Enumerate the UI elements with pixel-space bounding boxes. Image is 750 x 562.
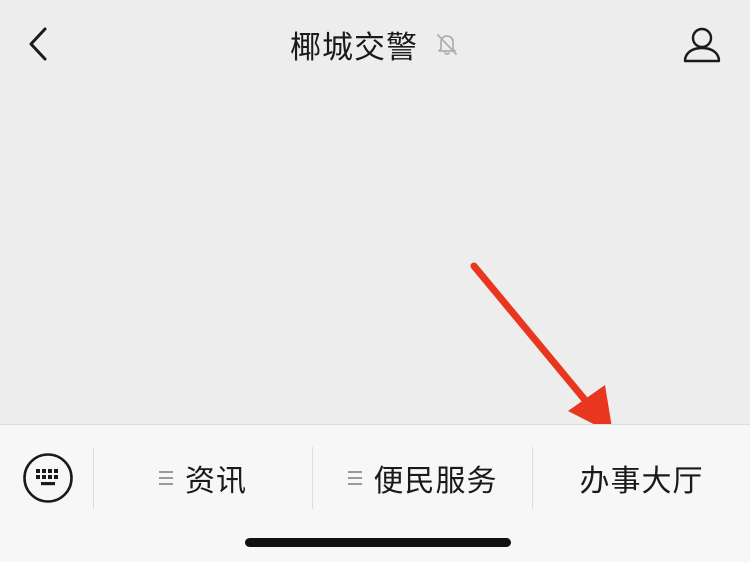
- home-indicator: [245, 538, 511, 547]
- title-bar: 椰城交警: [0, 22, 750, 66]
- bell-off-icon: [437, 34, 457, 55]
- chat-content: [0, 90, 750, 424]
- submenu-icon: [347, 471, 362, 485]
- submenu-icon: [159, 471, 173, 485]
- keyboard-toggle-button[interactable]: [22, 452, 74, 504]
- menu-item-label: 资讯: [185, 464, 247, 499]
- menu-item-news[interactable]: 资讯: [94, 447, 312, 509]
- page-title: 椰城交警: [290, 29, 418, 66]
- menu-bar: 资讯 便民服务 办事大厅: [0, 424, 750, 562]
- header: 椰城交警: [0, 0, 750, 90]
- menu-item-services[interactable]: 便民服务: [313, 447, 532, 509]
- menu-item-label: 便民服务: [373, 464, 498, 499]
- menu-item-label: 办事大厅: [579, 464, 704, 499]
- profile-button[interactable]: [680, 22, 724, 66]
- menu-item-service-hall[interactable]: 办事大厅: [533, 447, 750, 509]
- person-icon: [683, 27, 721, 63]
- keyboard-icon: [23, 453, 73, 503]
